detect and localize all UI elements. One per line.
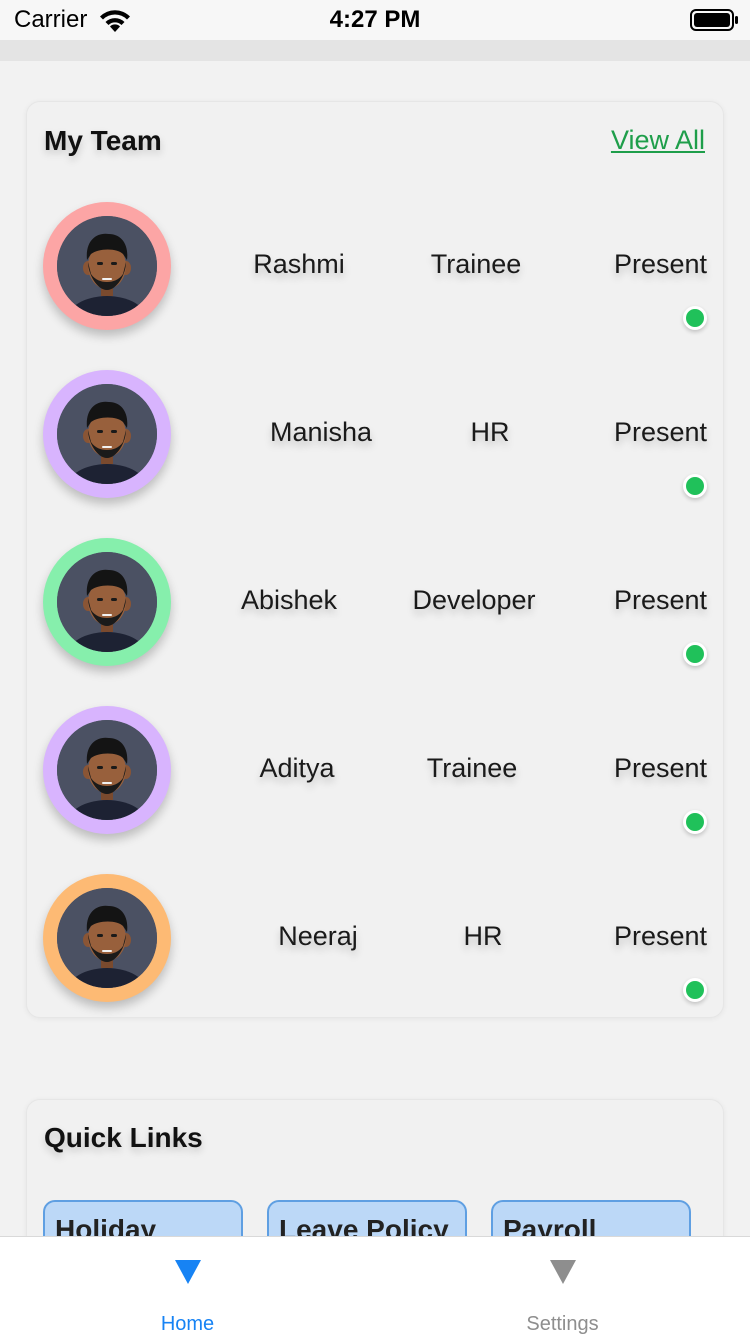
- member-status: Present: [613, 585, 707, 615]
- status-time: 4:27 PM: [329, 6, 421, 33]
- member-role: Trainee: [426, 753, 518, 783]
- tab-label: Home: [160, 1313, 215, 1334]
- avatar-ring: [43, 370, 171, 498]
- member-name: Abishek: [240, 585, 338, 615]
- bottom-tab-bar: Home Settings: [0, 1236, 750, 1334]
- quick-links-title: Quick Links: [44, 1122, 203, 1153]
- avatar-ring: [43, 874, 171, 1002]
- team-member-row[interactable]: Abishek Developer Present: [27, 538, 725, 706]
- avatar: [57, 384, 157, 484]
- avatar-ring: [43, 202, 171, 330]
- team-member-row[interactable]: Manisha HR Present: [27, 370, 725, 538]
- member-name: Rashmi: [253, 249, 345, 279]
- member-name: Manisha: [269, 417, 373, 447]
- online-status-dot: [683, 810, 707, 834]
- avatar: [57, 888, 157, 988]
- online-status-dot: [683, 306, 707, 330]
- member-role: HR: [463, 921, 503, 951]
- man-avatar-icon: [57, 384, 157, 484]
- avatar-ring: [43, 538, 171, 666]
- man-avatar-icon: [57, 216, 157, 316]
- man-avatar-icon: [57, 720, 157, 820]
- online-status-dot: [683, 474, 707, 498]
- status-bar: Carrier 4:27 PM: [0, 0, 750, 40]
- team-member-row[interactable]: Neeraj HR Present: [27, 874, 725, 1042]
- member-role: HR: [470, 417, 510, 447]
- battery-icon: [690, 9, 738, 31]
- online-status-dot: [683, 642, 707, 666]
- member-name: Neeraj: [278, 921, 358, 951]
- avatar: [57, 720, 157, 820]
- tab-home[interactable]: Home: [0, 1237, 375, 1334]
- member-role: Trainee: [430, 249, 522, 279]
- header-band: [0, 40, 750, 61]
- triangle-down-icon: [550, 1260, 576, 1284]
- tab-settings[interactable]: Settings: [375, 1237, 750, 1334]
- team-member-row[interactable]: Aditya Trainee Present: [27, 706, 725, 874]
- member-status: Present: [613, 417, 707, 447]
- triangle-down-icon: [175, 1260, 201, 1284]
- man-avatar-icon: [57, 552, 157, 652]
- my-team-card: My Team View All Rashmi Trainee Present …: [26, 101, 724, 1018]
- avatar: [57, 552, 157, 652]
- view-all-link[interactable]: View All: [611, 125, 705, 156]
- member-status: Present: [613, 249, 707, 279]
- member-status: Present: [613, 921, 707, 951]
- member-role: Developer: [412, 585, 536, 615]
- avatar-ring: [43, 706, 171, 834]
- team-member-row[interactable]: Rashmi Trainee Present: [27, 202, 725, 370]
- member-status: Present: [613, 753, 707, 783]
- tab-label: Settings: [526, 1313, 599, 1334]
- online-status-dot: [683, 978, 707, 1002]
- avatar: [57, 216, 157, 316]
- member-name: Aditya: [259, 753, 335, 783]
- man-avatar-icon: [57, 888, 157, 988]
- my-team-title: My Team: [44, 125, 162, 156]
